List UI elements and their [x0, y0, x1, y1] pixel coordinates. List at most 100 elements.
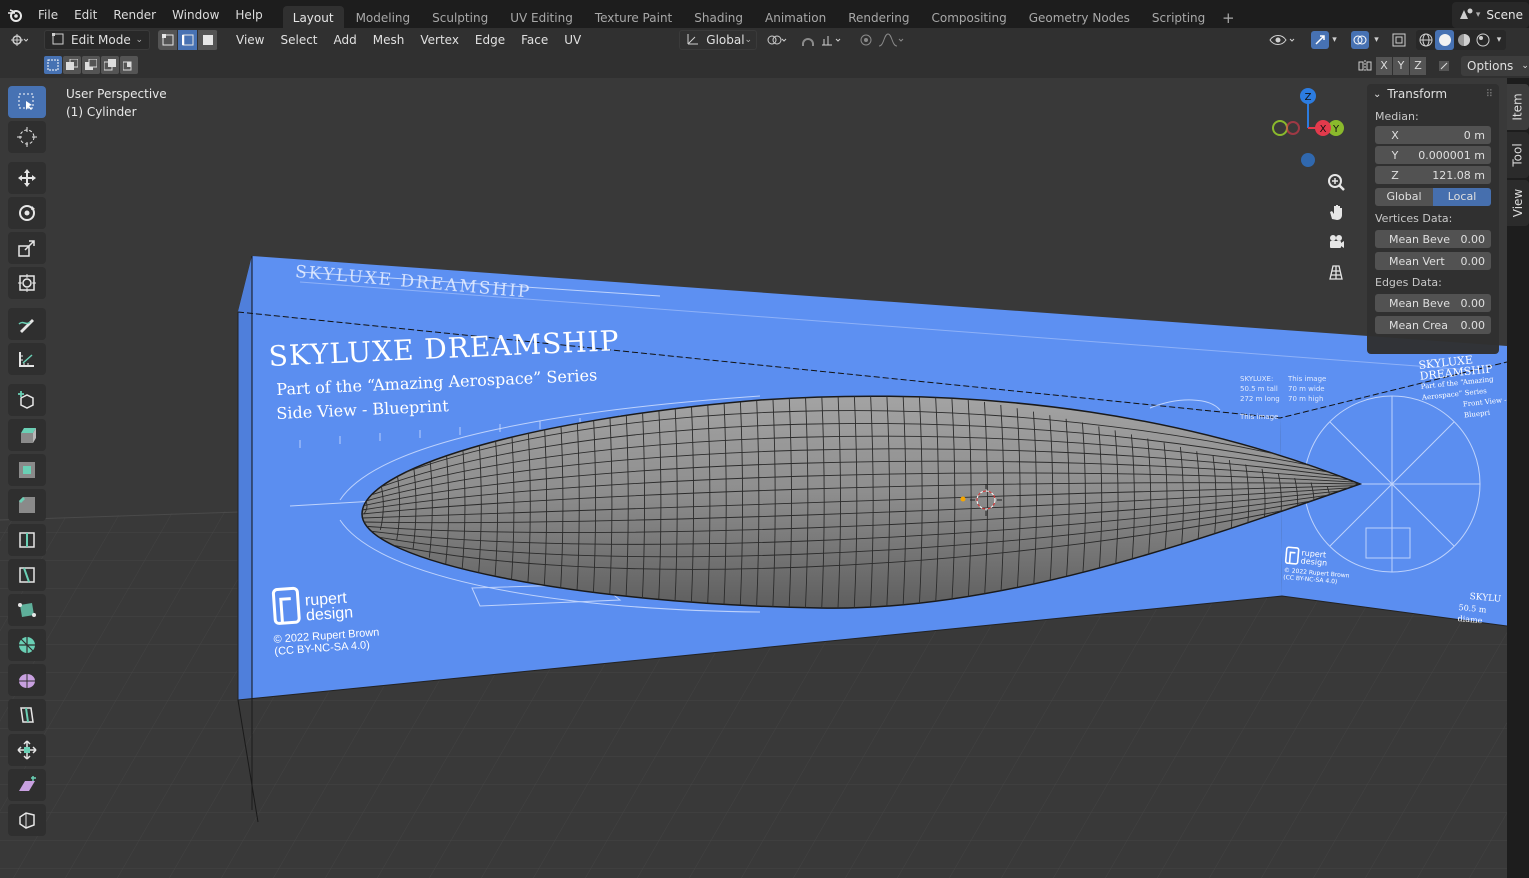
tab-geometry-nodes[interactable]: Geometry Nodes	[1019, 6, 1140, 30]
tab-modeling[interactable]: Modeling	[346, 6, 421, 30]
mean-bevel-vertex-field[interactable]: Mean Beve 0.00	[1375, 230, 1491, 248]
transform-panel-header[interactable]: ⌄ Transform ⠿	[1367, 84, 1499, 104]
add-workspace-button[interactable]: +	[1217, 6, 1239, 30]
tab-layout[interactable]: Layout	[282, 6, 344, 30]
add-cube-tool-icon[interactable]	[8, 384, 46, 416]
local-button[interactable]: Local	[1433, 188, 1491, 206]
select-intersect-icon[interactable]	[120, 56, 138, 74]
tab-item[interactable]: Item	[1507, 84, 1529, 130]
perspective-toggle-icon[interactable]	[1322, 258, 1350, 286]
snap-target-icon[interactable]	[819, 30, 847, 50]
solid-shading-icon[interactable]	[1435, 30, 1454, 50]
airship-mesh[interactable]	[0, 78, 1507, 878]
xray-toggle-icon[interactable]	[1388, 30, 1410, 50]
blender-logo-icon[interactable]	[0, 0, 30, 30]
edge-select-icon[interactable]	[178, 30, 198, 50]
loop-cut-tool-icon[interactable]	[8, 524, 46, 556]
transform-tool-icon[interactable]	[8, 267, 46, 299]
select-box-tool-icon[interactable]	[8, 86, 46, 118]
select-invert-icon[interactable]	[101, 56, 119, 74]
scale-tool-icon[interactable]	[8, 232, 46, 264]
menu-file[interactable]: File	[30, 4, 66, 26]
proportional-edit-icon[interactable]	[855, 30, 877, 50]
mean-crease-edge-field[interactable]: Mean Crea 0.00	[1375, 316, 1491, 334]
tab-animation[interactable]: Animation	[755, 6, 836, 30]
tab-rendering[interactable]: Rendering	[838, 6, 919, 30]
mirror-x-button[interactable]: X	[1376, 57, 1392, 75]
measure-tool-icon[interactable]	[8, 343, 46, 375]
mean-bevel-edge-field[interactable]: Mean Beve 0.00	[1375, 294, 1491, 312]
menu-face[interactable]: Face	[513, 33, 556, 47]
rotate-tool-icon[interactable]	[8, 197, 46, 229]
drag-handle-icon[interactable]: ⠿	[1486, 89, 1493, 100]
menu-view[interactable]: View	[228, 33, 272, 47]
editor-type-icon[interactable]	[8, 30, 30, 50]
tab-texture-paint[interactable]: Texture Paint	[585, 6, 682, 30]
extrude-tool-icon[interactable]	[8, 419, 46, 451]
menu-render[interactable]: Render	[105, 4, 164, 26]
tab-sculpting[interactable]: Sculpting	[422, 6, 498, 30]
annotate-tool-icon[interactable]	[8, 308, 46, 340]
mirror-z-button[interactable]: Z	[1410, 57, 1426, 75]
menu-vertex[interactable]: Vertex	[412, 33, 467, 47]
snap-toggle-icon[interactable]	[797, 30, 819, 50]
tab-uv-editing[interactable]: UV Editing	[500, 6, 583, 30]
rendered-shading-icon[interactable]	[1473, 30, 1492, 50]
3d-viewport[interactable]: SKYLUXE DREAMSHIP SKYLUXE DREAMSHIP Part…	[0, 78, 1507, 878]
transform-orientation-dropdown[interactable]: Global ⌄	[679, 30, 758, 50]
median-y-field[interactable]: Y 0.000001 m	[1375, 146, 1491, 164]
zoom-icon[interactable]	[1322, 168, 1350, 196]
median-x-field[interactable]: X 0 m	[1375, 126, 1491, 144]
smooth-tool-icon[interactable]	[8, 664, 46, 696]
cursor-tool-icon[interactable]	[8, 121, 46, 153]
menu-add[interactable]: Add	[326, 33, 365, 47]
tab-view[interactable]: View	[1507, 180, 1529, 226]
rip-region-tool-icon[interactable]	[8, 804, 46, 836]
falloff-icon[interactable]	[877, 30, 905, 50]
pan-hand-icon[interactable]	[1322, 198, 1350, 226]
global-button[interactable]: Global	[1375, 188, 1433, 206]
mirror-y-button[interactable]: Y	[1393, 57, 1409, 75]
spin-tool-icon[interactable]	[8, 629, 46, 661]
tab-tool[interactable]: Tool	[1507, 132, 1529, 178]
pivot-point-icon[interactable]	[761, 30, 793, 50]
select-subtract-icon[interactable]	[82, 56, 100, 74]
auto-merge-icon[interactable]	[1433, 56, 1455, 76]
shrink-fatten-tool-icon[interactable]	[8, 734, 46, 766]
camera-view-icon[interactable]	[1322, 228, 1350, 256]
shading-options-chevron-icon[interactable]: ▾	[1492, 30, 1506, 50]
tab-compositing[interactable]: Compositing	[921, 6, 1016, 30]
menu-select[interactable]: Select	[272, 33, 325, 47]
edge-slide-tool-icon[interactable]	[8, 699, 46, 731]
menu-uv[interactable]: UV	[556, 33, 589, 47]
material-shading-icon[interactable]	[1454, 30, 1473, 50]
mode-dropdown[interactable]: Edit Mode ⌄	[44, 30, 150, 50]
wireframe-shading-icon[interactable]	[1416, 30, 1435, 50]
inset-tool-icon[interactable]	[8, 454, 46, 486]
select-extend-icon[interactable]	[63, 56, 81, 74]
face-select-icon[interactable]	[198, 30, 218, 50]
knife-tool-icon[interactable]	[8, 559, 46, 591]
poly-build-tool-icon[interactable]	[8, 594, 46, 626]
overlays-toggle-icon[interactable]: ▾	[1346, 30, 1384, 50]
menu-help[interactable]: Help	[227, 4, 270, 26]
scene-selector[interactable]: ▾ Scene	[1451, 2, 1529, 28]
menu-edit[interactable]: Edit	[66, 4, 105, 26]
move-tool-icon[interactable]	[8, 162, 46, 194]
shear-tool-icon[interactable]	[8, 769, 46, 801]
navigation-gizmo[interactable]: Z Y X	[1264, 84, 1364, 174]
median-z-field[interactable]: Z 121.08 m	[1375, 166, 1491, 184]
tab-shading[interactable]: Shading	[684, 6, 753, 30]
menu-mesh[interactable]: Mesh	[365, 33, 413, 47]
gizmo-toggle-icon[interactable]: ▾	[1308, 30, 1340, 50]
menu-edge[interactable]: Edge	[467, 33, 513, 47]
bevel-tool-icon[interactable]	[8, 489, 46, 521]
mean-vertex-crease-field[interactable]: Mean Vert 0.00	[1375, 252, 1491, 270]
select-new-icon[interactable]	[44, 56, 62, 74]
tab-scripting[interactable]: Scripting	[1142, 6, 1215, 30]
vertex-select-icon[interactable]	[158, 30, 178, 50]
menu-window[interactable]: Window	[164, 4, 227, 26]
visibility-eye-icon[interactable]	[1268, 30, 1298, 50]
options-dropdown[interactable]: Options ⌄	[1461, 56, 1529, 76]
orientation-icon	[686, 32, 700, 49]
